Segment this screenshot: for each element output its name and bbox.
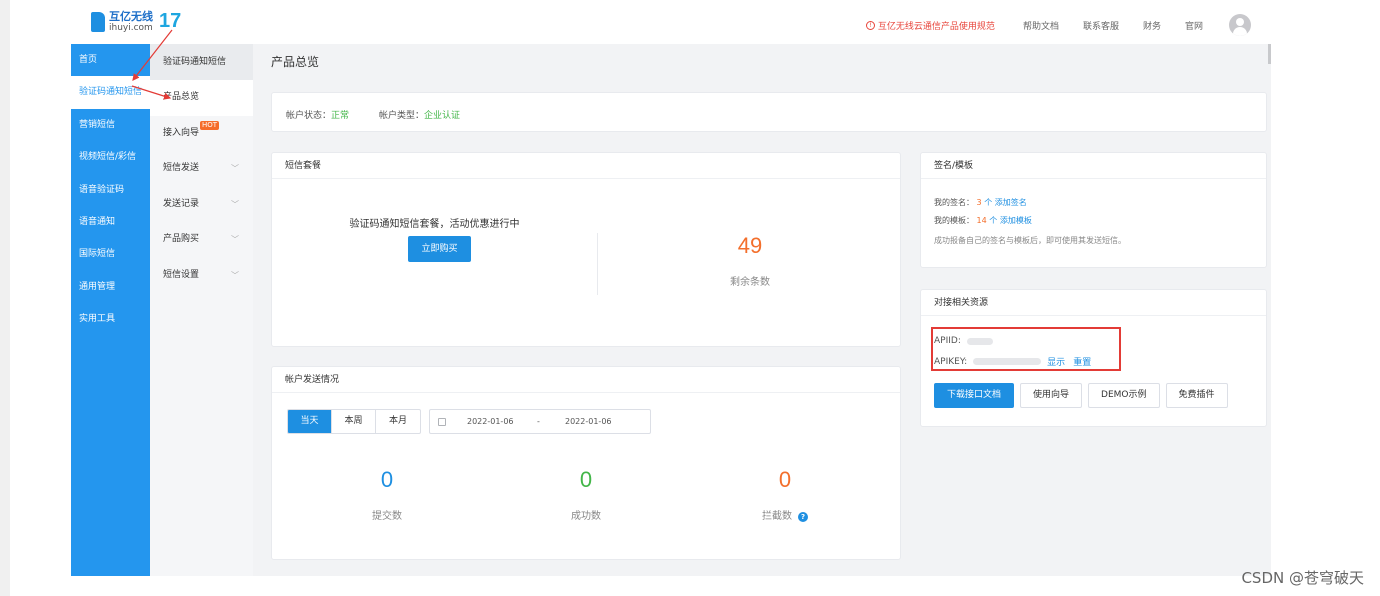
csdn-watermark: CSDN @苍穹破天 [1241,569,1364,587]
annotation-arrow-2 [131,85,172,100]
annotation-arrow-1 [132,29,173,81]
annotation-arrows [131,29,173,100]
